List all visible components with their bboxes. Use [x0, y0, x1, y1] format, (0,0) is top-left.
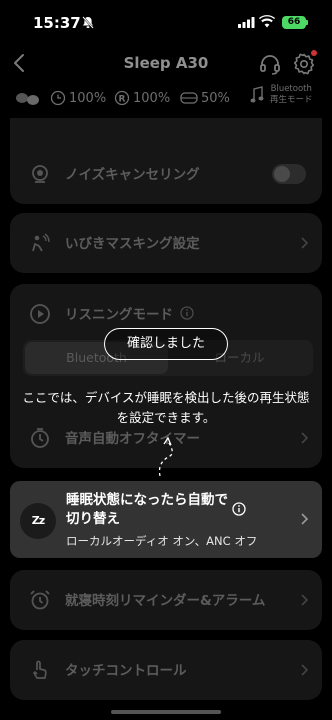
app-content: Sleep A30 100% R 100% 50% Bluetooth 再生モー… [0, 0, 332, 720]
noise-cancelling-row[interactable]: ノイズキャンセリング [10, 144, 322, 204]
touch-control-card[interactable]: タッチコントロール [10, 640, 322, 700]
noise-cancelling-label: ノイズキャンセリング [65, 167, 200, 183]
info-icon[interactable] [232, 502, 246, 516]
chevron-right-icon [301, 432, 308, 444]
notification-dot [311, 50, 317, 56]
info-icon[interactable] [180, 306, 194, 320]
chevron-right-icon [301, 237, 308, 249]
bedtime-reminder-card[interactable]: 就寝時刻リマインダー&アラーム [10, 570, 322, 630]
touch-control-row[interactable]: タッチコントロール [10, 640, 322, 700]
sleep-zz-icon: Zz [20, 503, 56, 539]
coach-mark-line1: ここでは、デバイスが睡眠を検出した後の再生状態 [22, 390, 310, 405]
chevron-right-icon [301, 664, 308, 676]
music-note-icon [250, 86, 264, 103]
snore-masking-card[interactable]: いびきマスキング設定 [10, 213, 322, 273]
device-title: Sleep A30 [123, 54, 209, 72]
chevron-right-icon [301, 594, 308, 606]
touch-hand-icon [33, 660, 47, 679]
dashed-pointer-arrow-icon [158, 436, 173, 477]
chevron-right-icon [301, 513, 308, 525]
right-bud-battery: R 100% [114, 88, 170, 108]
home-indicator [111, 710, 221, 714]
playback-mode-line1: Bluetooth [270, 84, 312, 94]
coach-mark-tip: ここでは、デバイスが睡眠を検出した後の再生状態 を設定できます。 [0, 388, 332, 428]
touch-control-label: タッチコントロール [65, 663, 187, 679]
playback-mode[interactable]: Bluetooth 再生モード [270, 84, 313, 106]
snore-masking-row[interactable]: いびきマスキング設定 [10, 213, 322, 273]
bedtime-reminder-row[interactable]: 就寝時刻リマインダー&アラーム [10, 570, 322, 630]
left-bud-battery: 100% [50, 88, 106, 108]
left-bud-battery-value: 100% [69, 90, 107, 106]
listening-mode-label: リスニングモード [65, 307, 173, 323]
headset-icon[interactable] [258, 52, 282, 76]
anc-icon [32, 165, 48, 183]
sleep-auto-switch-card[interactable]: Zz 睡眠状態になったら自動で切り替え ローカルオーディオ オン、ANC オフ [10, 481, 322, 558]
bedtime-reminder-label: 就寝時刻リマインダー&アラーム [65, 593, 266, 609]
coach-mark-line2: を設定できます。 [116, 410, 216, 425]
alarm-clock-icon [30, 590, 50, 610]
case-icon [180, 92, 198, 104]
noise-cancelling-card: ノイズキャンセリング [10, 118, 322, 204]
play-circle-icon [30, 304, 50, 324]
noise-cancelling-toggle[interactable] [272, 164, 306, 184]
sleep-auto-switch-title: 睡眠状態になったら自動で切り替え [66, 492, 228, 527]
right-bud-battery-value: 100% [133, 90, 171, 106]
earbuds-icon [16, 93, 39, 105]
playback-mode-line2: 再生モード [270, 95, 313, 105]
left-l-icon [50, 90, 66, 106]
case-battery-value: 50% [201, 90, 230, 106]
snore-masking-label: いびきマスキング設定 [65, 236, 200, 252]
case-battery: 50% [180, 88, 230, 108]
snore-icon [32, 233, 50, 252]
confirm-button[interactable]: 確認しました [104, 328, 228, 360]
svg-text:R: R [119, 95, 126, 105]
timer-icon [31, 428, 49, 448]
sleep-auto-switch-subtitle: ローカルオーディオ オン、ANC オフ [66, 534, 258, 548]
right-r-icon: R [114, 90, 130, 106]
